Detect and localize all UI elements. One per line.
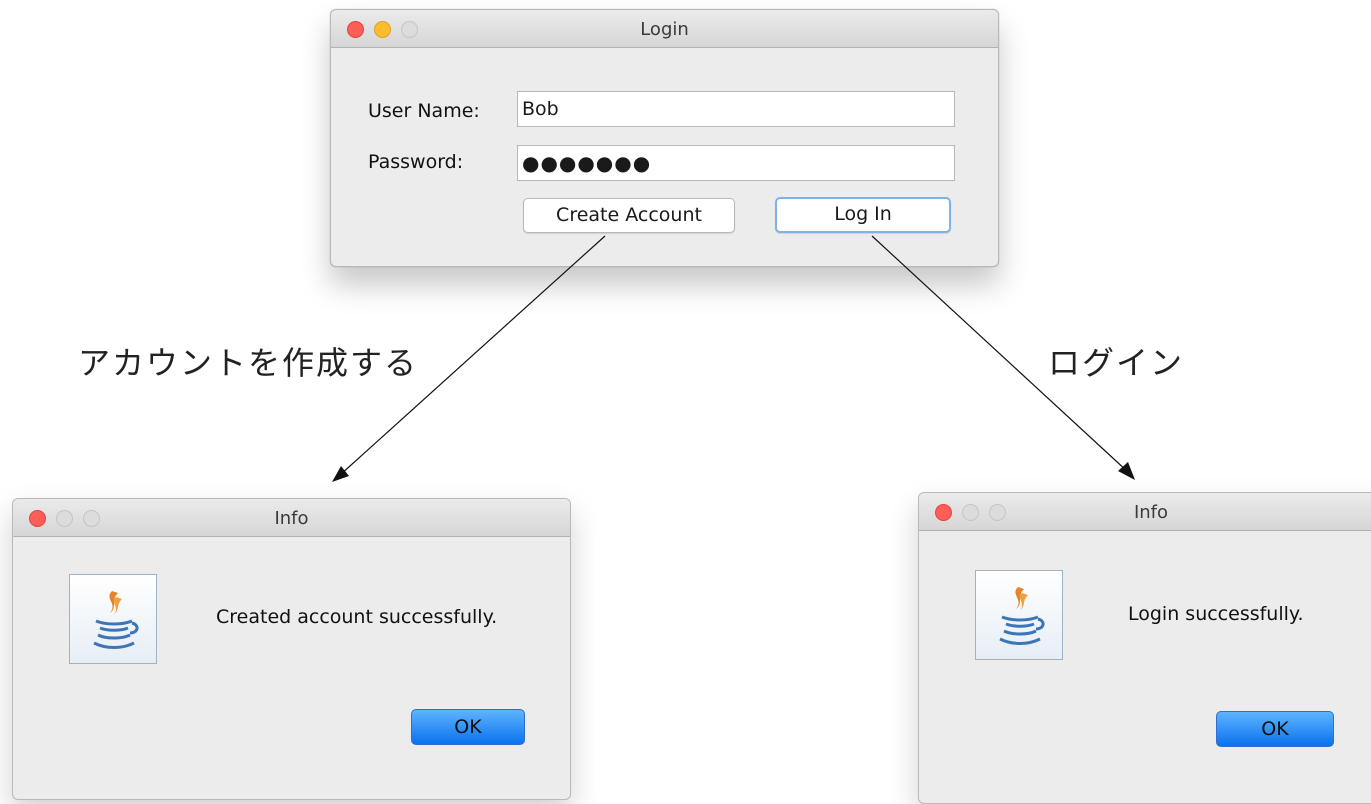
ok-button[interactable]: OK [1216,711,1334,747]
annotation-create-account: アカウントを作成する [78,344,419,382]
java-icon [69,574,157,664]
annotation-login: ログイン [1048,344,1185,382]
window-title: Info [274,508,309,529]
info-message: Login successfully. [1128,603,1304,625]
window-title: Info [1133,502,1169,523]
info-titlebar[interactable]: Info [13,499,570,537]
info-message: Created account successfully. [216,606,498,628]
java-icon [975,570,1063,660]
info-titlebar[interactable]: Info [919,493,1371,531]
info-dialog-login: Info Login successfully. OK [918,492,1371,804]
ok-button[interactable]: OK [411,709,525,745]
info-dialog-create: Info Created account successfully. OK [12,498,571,800]
